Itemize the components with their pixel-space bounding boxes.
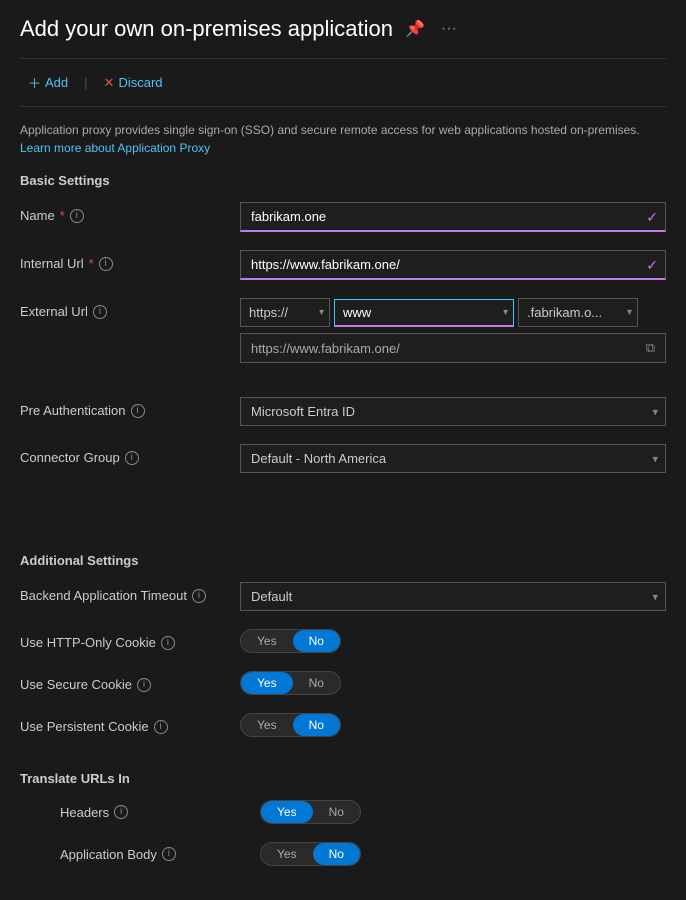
translate-subsection: Headers i Yes No Application Body i	[20, 800, 666, 866]
http-only-cookie-row: Use HTTP-Only Cookie i Yes No	[20, 629, 666, 653]
secure-cookie-label: Use Secure Cookie i	[20, 671, 240, 692]
external-url-controls: https:// http:// ▾ ▾ .fabrikam.o... ▾	[240, 298, 666, 363]
application-body-yes-btn[interactable]: Yes	[261, 843, 313, 865]
info-text: Application proxy provides single sign-o…	[20, 121, 666, 157]
pre-auth-select[interactable]: Microsoft Entra ID Passthrough	[240, 397, 666, 426]
name-required: *	[60, 208, 65, 223]
persistent-cookie-info-icon[interactable]: i	[154, 720, 168, 734]
pre-auth-info-icon[interactable]: i	[131, 404, 145, 418]
toolbar: ＋ Add | ✕ Discard	[20, 58, 666, 107]
http-only-cookie-toggle: Yes No	[240, 629, 341, 653]
pre-auth-select-wrap: Microsoft Entra ID Passthrough ▾	[240, 397, 666, 426]
application-body-label: Application Body i	[60, 847, 260, 862]
http-only-cookie-no-btn[interactable]: No	[293, 630, 340, 652]
headers-label: Headers i	[60, 805, 260, 820]
application-body-info-icon[interactable]: i	[162, 847, 176, 861]
backend-timeout-label: Backend Application Timeout i	[20, 582, 240, 603]
connector-group-info-icon[interactable]: i	[125, 451, 139, 465]
name-check-icon: ✓	[646, 209, 658, 226]
secure-cookie-row: Use Secure Cookie i Yes No	[20, 671, 666, 695]
application-body-no-btn[interactable]: No	[313, 843, 360, 865]
domain-select[interactable]: .fabrikam.o...	[518, 298, 638, 327]
x-icon: ✕	[104, 75, 115, 91]
name-input[interactable]	[240, 202, 666, 232]
backend-timeout-select-wrap: Default Long Extra Long ▾	[240, 582, 666, 611]
domain-select-wrap: .fabrikam.o... ▾	[518, 298, 638, 327]
backend-timeout-info-icon[interactable]: i	[192, 589, 206, 603]
secure-cookie-yes-btn[interactable]: Yes	[241, 672, 293, 694]
headers-toggle-wrap: Yes No	[260, 800, 666, 824]
page-title: Add your own on-premises application	[20, 16, 393, 42]
protocol-select-wrap: https:// http:// ▾	[240, 298, 330, 327]
http-only-cookie-toggle-wrap: Yes No	[240, 629, 666, 653]
name-input-wrap: ✓	[240, 202, 666, 232]
internal-url-check-icon: ✓	[646, 257, 658, 274]
basic-settings-title: Basic Settings	[20, 173, 666, 188]
internal-url-required: *	[89, 256, 94, 271]
subdomain-input[interactable]	[334, 299, 514, 327]
persistent-cookie-row: Use Persistent Cookie i Yes No	[20, 713, 666, 737]
internal-url-info-icon[interactable]: i	[99, 257, 113, 271]
learn-more-link[interactable]: Learn more about Application Proxy	[20, 141, 210, 155]
secure-cookie-toggle-wrap: Yes No	[240, 671, 666, 695]
connector-group-row: Connector Group i Default - North Americ…	[20, 444, 666, 473]
internal-url-input[interactable]	[240, 250, 666, 280]
application-body-toggle-wrap: Yes No	[260, 842, 666, 866]
toolbar-divider: |	[84, 75, 87, 90]
backend-timeout-row: Backend Application Timeout i Default Lo…	[20, 582, 666, 611]
http-only-cookie-info-icon[interactable]: i	[161, 636, 175, 650]
internal-url-row: Internal Url * i ✓	[20, 250, 666, 280]
persistent-cookie-label: Use Persistent Cookie i	[20, 713, 240, 734]
http-only-cookie-label: Use HTTP-Only Cookie i	[20, 629, 240, 650]
secure-cookie-no-btn[interactable]: No	[293, 672, 340, 694]
external-url-info-icon[interactable]: i	[93, 305, 107, 319]
persistent-cookie-toggle: Yes No	[240, 713, 341, 737]
subdomain-input-wrap: ▾	[334, 298, 514, 327]
external-url-row: External Url i https:// http:// ▾ ▾	[20, 298, 666, 363]
translate-urls-section: Translate URLs In Headers i Yes No Ap	[20, 771, 666, 866]
internal-url-label: Internal Url * i	[20, 250, 240, 271]
copy-icon[interactable]: ⧉	[646, 340, 655, 356]
headers-info-icon[interactable]: i	[114, 805, 128, 819]
persistent-cookie-no-btn[interactable]: No	[293, 714, 340, 736]
headers-yes-btn[interactable]: Yes	[261, 801, 313, 823]
name-label: Name * i	[20, 202, 240, 223]
headers-row: Headers i Yes No	[20, 800, 666, 824]
connector-group-label: Connector Group i	[20, 444, 240, 465]
plus-icon: ＋	[28, 73, 41, 92]
external-url-preview: https://www.fabrikam.one/ ⧉	[240, 333, 666, 363]
additional-settings-title: Additional Settings	[20, 553, 666, 568]
secure-cookie-toggle: Yes No	[240, 671, 341, 695]
secure-cookie-info-icon[interactable]: i	[137, 678, 151, 692]
pin-icon[interactable]: 📌	[401, 17, 429, 41]
discard-button[interactable]: ✕ Discard	[96, 71, 171, 95]
headers-toggle: Yes No	[260, 800, 361, 824]
translate-urls-title: Translate URLs In	[20, 771, 666, 786]
internal-url-input-wrap: ✓	[240, 250, 666, 280]
backend-timeout-select[interactable]: Default Long Extra Long	[240, 582, 666, 611]
add-button[interactable]: ＋ Add	[20, 69, 76, 96]
application-body-toggle: Yes No	[260, 842, 361, 866]
additional-settings-section: Additional Settings Backend Application …	[20, 543, 666, 737]
persistent-cookie-yes-btn[interactable]: Yes	[241, 714, 293, 736]
protocol-select[interactable]: https:// http://	[240, 298, 330, 327]
pre-auth-label: Pre Authentication i	[20, 397, 240, 418]
headers-no-btn[interactable]: No	[313, 801, 360, 823]
http-only-cookie-yes-btn[interactable]: Yes	[241, 630, 293, 652]
persistent-cookie-toggle-wrap: Yes No	[240, 713, 666, 737]
external-url-label: External Url i	[20, 298, 240, 319]
ellipsis-icon[interactable]: ···	[437, 18, 461, 40]
application-body-row: Application Body i Yes No	[20, 842, 666, 866]
name-row: Name * i ✓	[20, 202, 666, 232]
connector-group-select[interactable]: Default - North America	[240, 444, 666, 473]
pre-auth-row: Pre Authentication i Microsoft Entra ID …	[20, 397, 666, 426]
name-info-icon[interactable]: i	[70, 209, 84, 223]
connector-group-select-wrap: Default - North America ▾	[240, 444, 666, 473]
